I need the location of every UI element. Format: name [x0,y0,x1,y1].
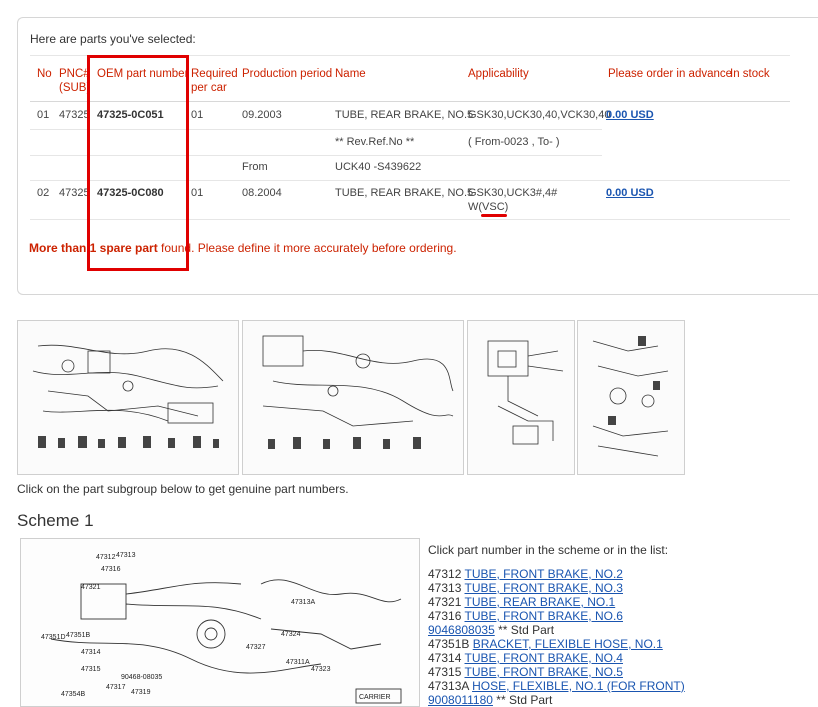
scheme-part-label[interactable]: 47313 [116,552,136,559]
header-order: Please order in advance [608,68,733,80]
part-number: 47321 [428,595,462,609]
scheme-part-label[interactable]: 47354B [61,691,85,698]
header-period: Production period [242,68,333,80]
row1-period: 09.2003 [242,109,282,121]
part-number: 47313 [428,581,462,595]
scheme-part-label[interactable]: 47311A [286,659,310,666]
brake-line-diagram-icon [262,335,454,449]
scheme-part-label[interactable]: 47319 [131,689,151,696]
row2-applicability: GSK30,UCK3#,4# [468,187,558,199]
part-name-link[interactable]: TUBE, FRONT BRAKE, NO.6 [465,609,623,623]
part-number: 47313A [428,679,469,693]
vsc-underline [481,214,507,217]
part-number: 47316 [428,609,462,623]
subgroup-instruction: Click on the part subgroup below to get … [17,482,349,496]
part-number: 47312 [428,567,462,581]
header-stock: In stock [730,68,770,80]
row2-name: TUBE, REAR BRAKE, NO.5 [335,187,474,199]
scheme-drawing: 47312 47313 47316 47321 47351D 47351B 47314 473… [41,552,402,704]
row1-no: 01 [37,109,50,121]
scheme-part-label[interactable]: 47351D [41,634,66,641]
scheme-part-label[interactable]: 47312 [96,554,116,561]
row1-rev-ref: ** Rev.Ref.No ** [335,136,415,148]
header-applicability: Applicability [468,68,529,80]
row2-period: 08.2004 [242,187,282,199]
scheme-part-label[interactable]: 47321 [81,584,101,591]
row1-rev-range: ( From-0023 , To- ) [468,136,560,148]
scheme-part-label[interactable]: 47314 [81,649,101,656]
scheme-part-label[interactable]: 47316 [101,566,121,573]
row2-no: 02 [37,187,50,199]
row2-applicability-vsc: W(VSC) [468,201,509,213]
part-number: 47351B [428,637,470,651]
brake-actuator-diagram-icon [487,340,564,445]
row1-price-link[interactable]: 0.00 USD [606,109,654,121]
warning-rest: found. Please define it more accurately … [157,241,457,255]
scheme-part-label[interactable]: 47351B [66,632,90,639]
part-name-link[interactable]: HOSE, FLEXIBLE, NO.1 (FOR FRONT) [472,679,685,693]
part-list-item: 47321 TUBE, REAR BRAKE, NO.1 [428,595,685,609]
subgroup-thumbnail-3[interactable] [467,320,575,475]
row1-from-value: UCK40 -S439622 [335,161,422,173]
scheme-part-label[interactable]: 47327 [246,644,266,651]
parts-list-intro: Click part number in the scheme or in th… [428,543,669,557]
scheme-part-label[interactable]: 90468-08035 [121,674,162,681]
part-name-link[interactable]: TUBE, FRONT BRAKE, NO.5 [465,665,623,679]
scheme-part-label[interactable]: 47323 [311,666,331,673]
header-pnc: PNC# (SUB) [59,68,91,94]
part-list-item: 47316 TUBE, FRONT BRAKE, NO.6 [428,609,685,623]
scheme-part-label[interactable]: 47313A [291,599,315,606]
header-name: Name [335,68,366,80]
header-required: Required per car [191,68,238,94]
row1-required: 01 [191,109,204,121]
part-list-item: 47351B BRACKET, FLEXIBLE HOSE, NO.1 [428,637,685,651]
intro-text: Here are parts you've selected: [30,32,196,46]
brake-fittings-diagram-icon [592,336,669,457]
subgroup-thumbnail-1[interactable] [17,320,239,475]
row1-applicability: GSK30,UCK30,40,VCK30,40 [468,109,611,121]
part-list-item: 47312 TUBE, FRONT BRAKE, NO.2 [428,567,685,581]
oem-highlight-box [87,55,189,271]
part-name-link[interactable]: TUBE, FRONT BRAKE, NO.2 [465,567,623,581]
part-name-link[interactable]: TUBE, FRONT BRAKE, NO.3 [465,581,623,595]
scheme-part-label[interactable]: CARRIER [359,694,391,701]
part-name-link[interactable]: TUBE, FRONT BRAKE, NO.4 [465,651,623,665]
row2-price-link[interactable]: 0.00 USD [606,187,654,199]
scheme-part-label[interactable]: 47317 [106,684,126,691]
subgroup-thumbnail-2[interactable] [242,320,464,475]
part-number: 47315 [428,665,462,679]
part-list-item: 47314 TUBE, FRONT BRAKE, NO.4 [428,651,685,665]
part-name-link[interactable]: BRACKET, FLEXIBLE HOSE, NO.1 [473,637,663,651]
part-list-item: 47313A HOSE, FLEXIBLE, NO.1 (FOR FRONT) [428,679,685,693]
parts-list: 47312 TUBE, FRONT BRAKE, NO.2 47313 TUBE,… [428,567,685,707]
part-list-item: 47313 TUBE, FRONT BRAKE, NO.3 [428,581,685,595]
part-list-item: 47315 TUBE, FRONT BRAKE, NO.5 [428,665,685,679]
brake-tube-diagram-icon [32,344,224,448]
header-no: No [37,68,52,80]
part-list-item: 9046808035 ** Std Part [428,623,685,637]
scheme-part-label[interactable]: 47315 [81,666,101,673]
row1-name: TUBE, REAR BRAKE, NO.5 [335,109,474,121]
subgroup-thumbnail-4[interactable] [577,320,685,475]
row1-from-label: From [242,161,268,173]
std-part-label: ** Std Part [494,623,555,637]
scheme-part-label[interactable]: 47324 [281,631,301,638]
row2-required: 01 [191,187,204,199]
std-part-link[interactable]: 9046808035 [428,623,495,637]
scheme-title: Scheme 1 [17,511,94,530]
scheme-diagram[interactable]: 47312 47313 47316 47321 47351D 47351B 47314 473… [20,538,420,707]
part-name-link[interactable]: TUBE, REAR BRAKE, NO.1 [465,595,616,609]
part-number: 47314 [428,651,462,665]
